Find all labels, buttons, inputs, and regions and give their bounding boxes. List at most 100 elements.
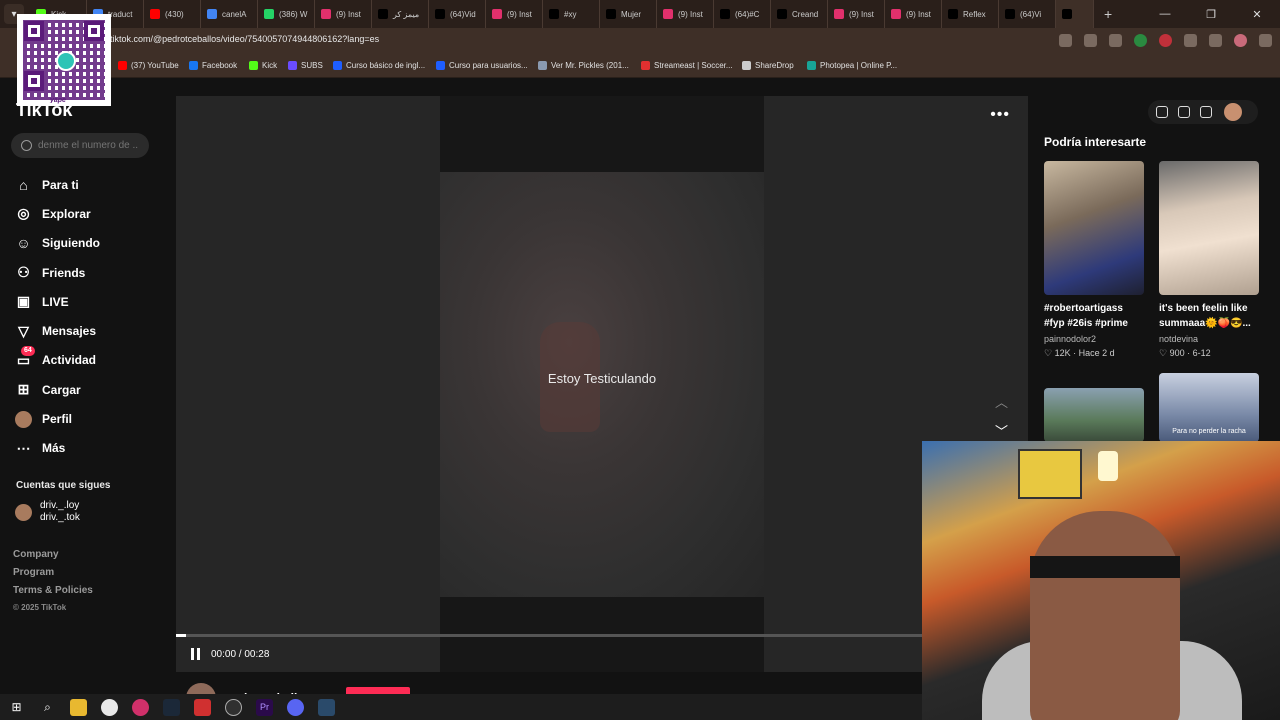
tab-favicon-icon bbox=[264, 9, 274, 19]
bookmark-item[interactable]: ShareDrop bbox=[742, 61, 794, 70]
pause-icon[interactable] bbox=[191, 648, 203, 660]
browser-tab[interactable]: (9) Inst bbox=[885, 0, 942, 28]
home-icon: ⌂ bbox=[19, 176, 28, 193]
next-video-icon[interactable]: ﹀ bbox=[995, 421, 1008, 440]
bookmark-item[interactable]: Curso básico de ingl... bbox=[333, 61, 425, 70]
bookmark-item[interactable]: Ver Mr. Pickles (201... bbox=[538, 61, 629, 70]
sidebar-item-cargar[interactable]: ⊞ Cargar bbox=[15, 375, 100, 404]
extensions-puzzle-icon[interactable] bbox=[1184, 34, 1197, 47]
suggestion-card[interactable]: it's been feelin like summaaa🌞🍑😎... notd… bbox=[1159, 161, 1259, 359]
extension-icon-red[interactable] bbox=[1159, 34, 1172, 47]
bookmark-item[interactable]: Curso para usuarios... bbox=[436, 61, 528, 70]
browser-tab[interactable]: (386) W bbox=[258, 0, 315, 28]
suggestion-card[interactable]: Para no perder la racha bbox=[1159, 373, 1259, 442]
device-icon[interactable] bbox=[1178, 106, 1190, 118]
browser-tab[interactable]: (9) Inst bbox=[315, 0, 372, 28]
sidebar-item-para-ti[interactable]: ⌂ Para ti bbox=[15, 170, 100, 199]
suggestion-card[interactable]: #robertoartigass #fyp #26is #prime painn… bbox=[1044, 161, 1144, 359]
close-window-button[interactable]: ✕ bbox=[1234, 0, 1280, 28]
search-input[interactable] bbox=[38, 140, 138, 151]
previous-video-icon[interactable]: ︿ bbox=[995, 392, 1008, 411]
suggestion-user[interactable]: notdevina bbox=[1159, 334, 1259, 344]
browser-tab[interactable]: Reflex bbox=[942, 0, 999, 28]
browser-tab[interactable]: #xy bbox=[543, 0, 600, 28]
footer-program-link[interactable]: Program bbox=[13, 567, 93, 585]
sidebar-item-label: Mensajes bbox=[42, 324, 97, 339]
url-field[interactable]: tiktok.com/@pedrotceballos/video/7540057… bbox=[110, 34, 379, 44]
media-player-icon[interactable] bbox=[132, 698, 149, 716]
media-control-icon[interactable] bbox=[1209, 34, 1222, 47]
browser-tab[interactable]: Mujer bbox=[600, 0, 657, 28]
browser-tab[interactable]: canelA bbox=[201, 0, 258, 28]
bookmark-item[interactable]: Facebook bbox=[189, 61, 237, 70]
browser-tab[interactable]: (64)#C bbox=[714, 0, 771, 28]
browser-tab[interactable]: Creand bbox=[771, 0, 828, 28]
suggestion-thumbnail[interactable] bbox=[1159, 161, 1259, 295]
search-taskbar-icon[interactable]: ⌕ bbox=[39, 699, 56, 716]
footer-company-link[interactable]: Company bbox=[13, 549, 93, 567]
browser-tab[interactable]: (64)Vid bbox=[429, 0, 486, 28]
minimize-button[interactable]: — bbox=[1142, 0, 1188, 28]
maximize-button[interactable]: ❐ bbox=[1188, 0, 1234, 28]
coins-icon[interactable] bbox=[1156, 106, 1168, 118]
bookmark-item[interactable]: (37) YouTube bbox=[118, 61, 179, 70]
bookmark-favicon-icon bbox=[538, 61, 547, 70]
suggestion-title[interactable]: #robertoartigass #fyp #26is #prime bbox=[1044, 301, 1144, 331]
sidebar-item-actividad[interactable]: ▭ 64 Actividad bbox=[15, 345, 100, 375]
following-account[interactable]: driv._.loy driv._.tok bbox=[15, 500, 80, 524]
browser-tab[interactable]: (64)Vi bbox=[999, 0, 1056, 28]
sidebar-item-explorar[interactable]: ◎ Explorar bbox=[15, 199, 100, 228]
steam-icon[interactable] bbox=[163, 698, 180, 716]
translate-icon[interactable] bbox=[1084, 34, 1097, 47]
extension-icon[interactable] bbox=[1134, 34, 1147, 47]
sidebar-item-mensajes[interactable]: ▽ Mensajes bbox=[15, 316, 100, 345]
browser-tab[interactable]: ميمز كر bbox=[372, 0, 429, 28]
bookmark-favicon-icon bbox=[189, 61, 198, 70]
windows-start-icon[interactable]: ⊞ bbox=[8, 699, 25, 716]
sidebar-item-siguiendo[interactable]: ☺ Siguiendo bbox=[15, 229, 100, 258]
suggestion-thumbnail[interactable]: Para no perder la racha bbox=[1159, 373, 1259, 442]
sidebar-item-más[interactable]: ⋯ Más bbox=[15, 434, 100, 463]
bookmark-item[interactable]: Kick bbox=[249, 61, 277, 70]
footer-terms-link[interactable]: Terms & Policies bbox=[13, 585, 93, 603]
tab-label: (9) Inst bbox=[507, 9, 532, 19]
bookmark-item[interactable]: Streameast | Soccer... bbox=[641, 61, 733, 70]
more-options-button[interactable]: ••• bbox=[990, 106, 1010, 124]
browser-tab[interactable]: (9) Inst bbox=[486, 0, 543, 28]
sidebar-item-perfil[interactable]: Perfil bbox=[15, 404, 100, 433]
headphones-band bbox=[1030, 556, 1180, 578]
tiktok-logo[interactable]: TikTok bbox=[16, 100, 72, 121]
new-tab-button[interactable]: + bbox=[1104, 6, 1112, 22]
browser-tab[interactable] bbox=[1056, 0, 1094, 28]
tab-label: traduct bbox=[108, 9, 133, 19]
search-box[interactable] bbox=[11, 133, 149, 158]
discord-icon[interactable] bbox=[287, 698, 304, 716]
app-red-icon[interactable] bbox=[194, 698, 211, 716]
suggestion-title[interactable]: it's been feelin like summaaa🌞🍑😎... bbox=[1159, 301, 1259, 331]
suggestion-thumbnail[interactable] bbox=[1044, 161, 1144, 295]
sidebar-item-friends[interactable]: ⚇ Friends bbox=[15, 258, 100, 287]
profile-avatar[interactable] bbox=[1224, 103, 1242, 121]
file-explorer-icon[interactable] bbox=[70, 698, 87, 716]
bookmark-item[interactable]: SUBS bbox=[288, 61, 323, 70]
premiere-pro-icon[interactable]: Pr bbox=[256, 698, 273, 716]
app-circle-icon[interactable] bbox=[225, 698, 242, 716]
sidebar-item-live[interactable]: ▣ LIVE bbox=[15, 287, 100, 316]
bookmark-item[interactable]: Photopea | Online P... bbox=[807, 61, 897, 70]
download-icon[interactable] bbox=[1200, 106, 1212, 118]
steam-app-icon[interactable] bbox=[318, 698, 335, 716]
browser-tab[interactable]: (430) bbox=[144, 0, 201, 28]
bookmark-star-icon[interactable] bbox=[1109, 34, 1122, 47]
install-icon[interactable] bbox=[1059, 34, 1072, 47]
browser-tab[interactable]: (9) Inst bbox=[657, 0, 714, 28]
video-player[interactable]: Estoy Testiculando ••• ︿ ﹀ 00:00 / 00:28 bbox=[176, 96, 1028, 672]
progress-bar[interactable] bbox=[176, 634, 1028, 637]
tab-favicon-icon bbox=[549, 9, 559, 19]
browser-tab[interactable]: (9) Inst bbox=[828, 0, 885, 28]
menu-kebab-icon[interactable] bbox=[1259, 34, 1272, 47]
profile-avatar-icon[interactable] bbox=[1234, 34, 1247, 47]
suggestion-user[interactable]: painnodolor2 bbox=[1044, 334, 1144, 344]
chrome-icon[interactable] bbox=[101, 698, 118, 716]
suggestion-thumbnail[interactable] bbox=[1044, 388, 1144, 442]
suggestion-card[interactable] bbox=[1044, 388, 1144, 442]
